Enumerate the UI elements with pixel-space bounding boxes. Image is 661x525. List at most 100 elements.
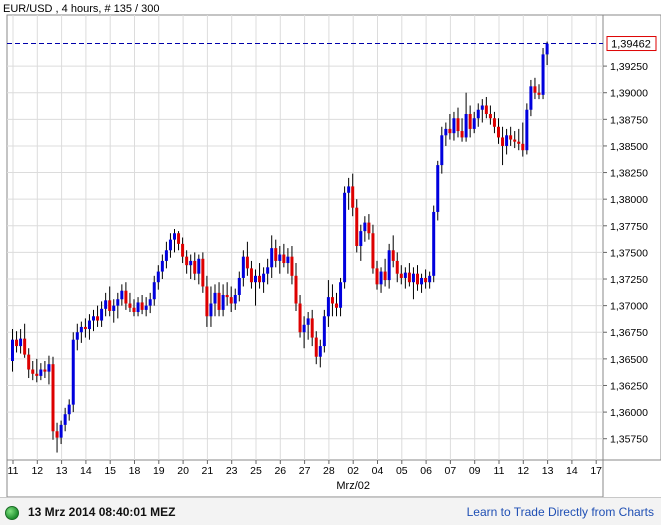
candle-body-up [432, 211, 436, 276]
current-price-label: 1,39462 [611, 39, 651, 51]
candle-body-down [193, 260, 197, 274]
candle-body-up [116, 299, 120, 306]
candle-body-up [160, 260, 164, 272]
candle-body-up [144, 305, 148, 310]
x-tick-label: 06 [420, 465, 432, 477]
candle-body-down [314, 337, 318, 357]
candle-body-up [306, 318, 310, 325]
candle-body-up [197, 258, 201, 274]
candle-body-down [217, 292, 221, 310]
learn-to-trade-link[interactable]: Learn to Trade Directly from Charts [467, 505, 654, 519]
x-tick-label: 14 [80, 465, 92, 477]
price-axis [602, 14, 661, 461]
candle-body-up [529, 86, 533, 110]
candle-body-up [136, 302, 140, 313]
candle-body-up [302, 324, 306, 333]
candle-body-up [241, 256, 245, 278]
candle-body-down [391, 250, 395, 261]
candle-body-down [375, 268, 379, 285]
candle-body-up [79, 326, 83, 333]
y-tick-label: 1,39250 [610, 61, 648, 73]
candle-body-down [424, 277, 428, 283]
y-tick-label: 1,37750 [610, 221, 648, 233]
candle-body-up [347, 186, 351, 193]
candle-body-down [274, 248, 278, 261]
status-bar: 13 Mrz 2014 08:40:01 MEZ Learn to Trade … [0, 497, 661, 525]
candle-body-down [132, 307, 136, 313]
candle-body-up [262, 273, 266, 283]
y-tick-label: 1,38000 [610, 194, 648, 206]
candle-body-up [545, 43, 549, 55]
candle-body-up [428, 275, 432, 283]
candle-body-down [55, 431, 59, 438]
chart-svg: EUR/USD , 4 hours, # 135 / 300 1,392501,… [0, 0, 661, 498]
candle-body-up [343, 192, 347, 283]
candle-body-down [497, 126, 500, 138]
candle-body-down [383, 271, 387, 281]
candle-body-up [270, 248, 274, 268]
candle-body-up [120, 290, 124, 300]
x-tick-label: 13 [56, 465, 68, 477]
candle-body-down [448, 128, 452, 134]
candle-body-up [156, 271, 160, 283]
candle-body-down [533, 86, 537, 93]
y-tick-label: 1,37000 [610, 301, 648, 313]
candle-body-up [71, 339, 75, 405]
candle-body-up [472, 118, 476, 129]
candle-body-up [237, 277, 241, 295]
candle-body-down [513, 139, 517, 142]
candle-body-down [181, 243, 185, 257]
candle-body-up [189, 260, 193, 266]
candle-body-down [456, 118, 460, 132]
candle-body-down [501, 137, 505, 146]
candle-body-up [464, 114, 468, 138]
candle-body-up [440, 135, 444, 166]
candle-body-down [355, 207, 359, 247]
candle-body-down [460, 131, 464, 138]
candle-body-down [488, 114, 492, 119]
candle-body-up [112, 305, 116, 311]
candle-body-down [225, 294, 229, 298]
x-tick-label: 14 [566, 465, 578, 477]
candle-body-down [521, 143, 525, 151]
candle-body-down [245, 256, 249, 269]
x-tick-label: 07 [445, 465, 457, 477]
candle-body-up [363, 222, 367, 232]
candle-body-down [371, 233, 375, 269]
x-tick-label: 20 [177, 465, 189, 477]
x-tick-label: 12 [517, 465, 529, 477]
candle-body-up [266, 267, 270, 274]
candle-body-up [209, 303, 213, 317]
candle-body-up [59, 424, 63, 438]
candle-body-down [140, 302, 144, 310]
candle-body-up [233, 294, 237, 304]
candle-body-up [318, 346, 322, 357]
x-tick-label: 21 [202, 465, 214, 477]
candle-body-down [128, 303, 132, 308]
y-axis-ticks: 1,39250 1,39000 1,38750 1,38500 1,38250 1,380… [603, 61, 648, 446]
candle-body-down [31, 369, 35, 374]
candle-body-up [278, 254, 282, 261]
x-tick-label: 17 [590, 465, 602, 477]
candle-body-up [420, 277, 424, 285]
candle-body-up [67, 404, 71, 415]
candle-body-down [43, 369, 47, 372]
candle-body-down [468, 114, 472, 129]
candle-body-up [452, 118, 456, 134]
candle-body-down [290, 256, 294, 276]
x-tick-label: 18 [129, 465, 141, 477]
candle-body-up [286, 256, 290, 264]
candle-body-up [387, 250, 391, 281]
eurusd-chart: EUR/USD , 4 hours, # 135 / 300 1,39250 1,… [0, 0, 661, 525]
candle-body-up [403, 272, 407, 278]
candle-body-up [213, 292, 217, 304]
candle-body-down [416, 273, 419, 285]
candle-body-down [492, 118, 496, 127]
candle-body-up [505, 135, 509, 146]
candle-body-down [177, 233, 181, 244]
candle-body-up [168, 239, 172, 251]
candle-body-down [517, 141, 521, 144]
candle-body-up [100, 308, 104, 321]
candle-body-down [484, 105, 488, 115]
candle-body-down [298, 303, 302, 333]
